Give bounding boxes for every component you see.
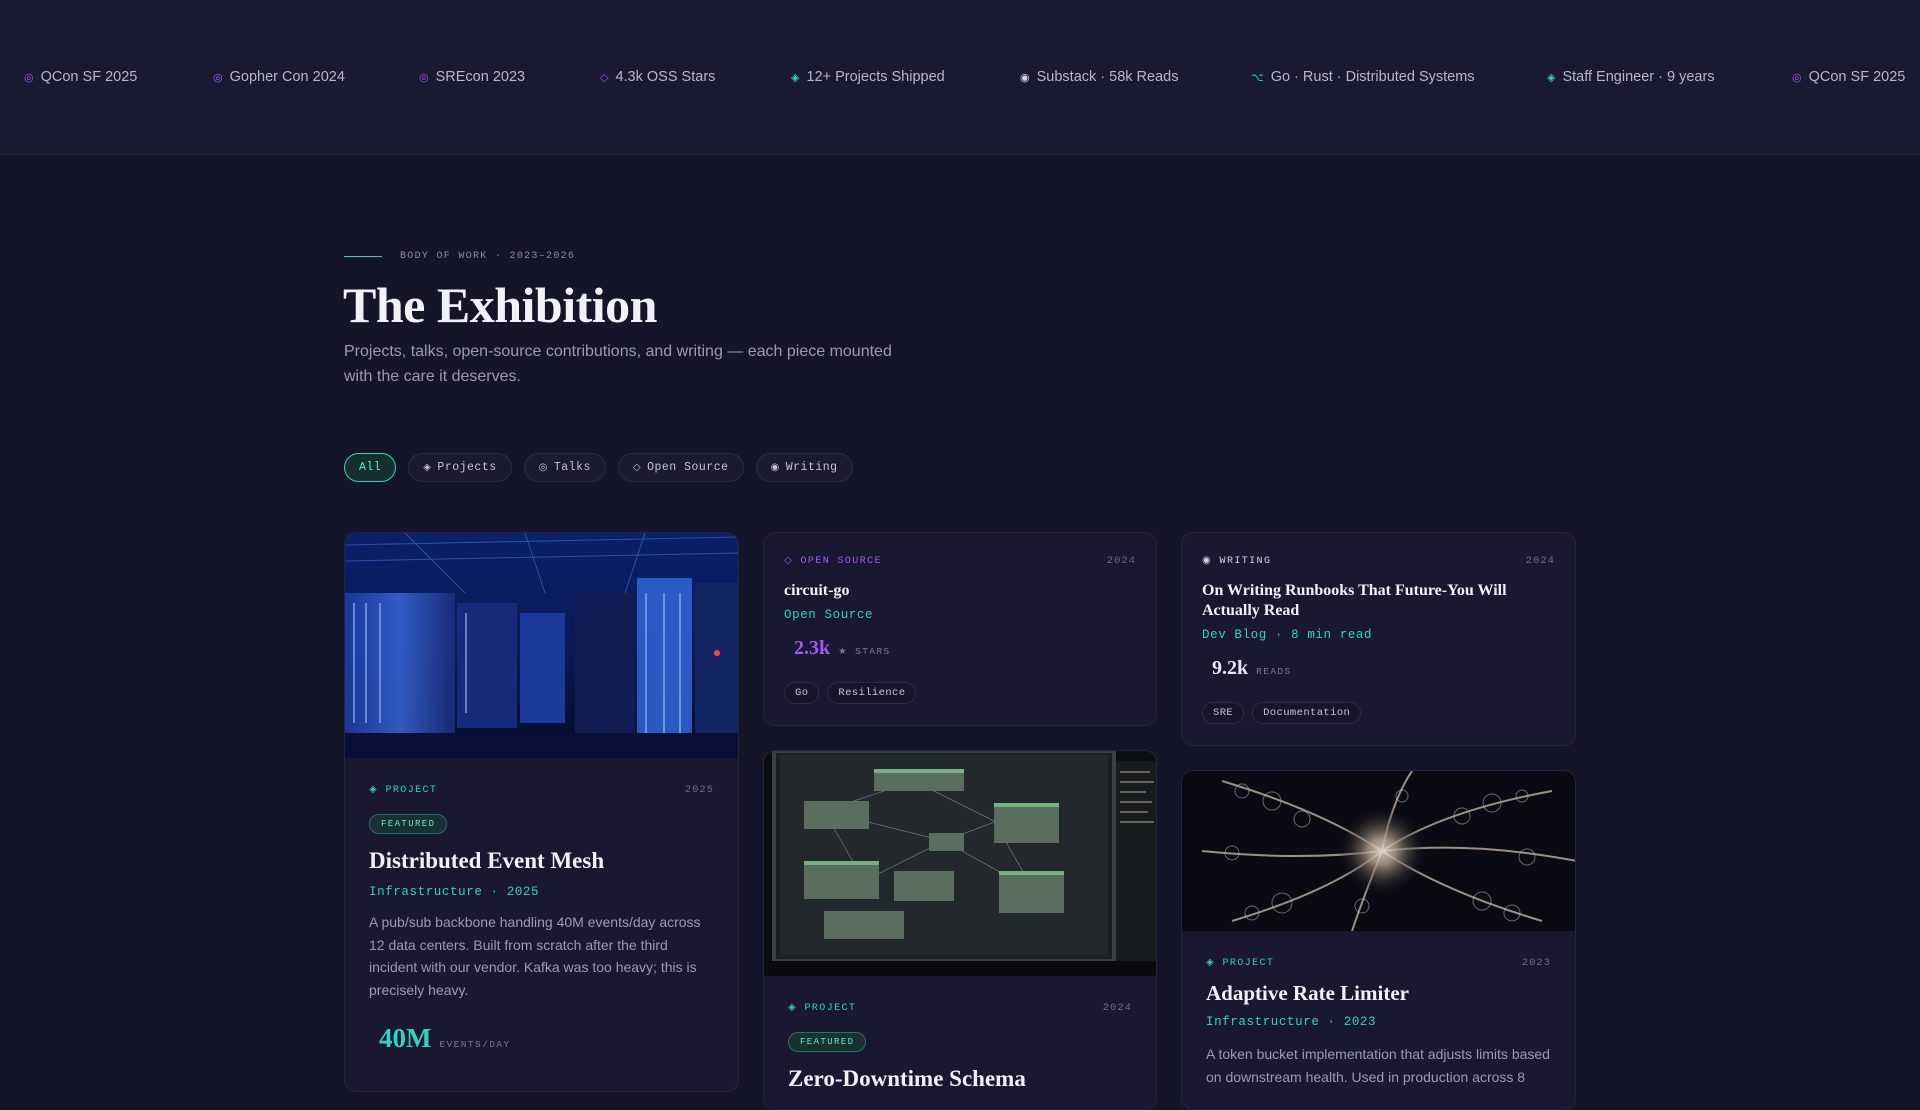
card-adaptive-rate-limiter[interactable]: ◈ PROJECT 2023 Adaptive Rate Limiter Inf… (1181, 770, 1576, 1110)
filter-writing[interactable]: ◉ Writing (755, 453, 853, 482)
card-circuit-go[interactable]: ◇ OPEN SOURCE 2024 circuit-go Open Sourc… (763, 532, 1157, 726)
target-icon: ◎ (24, 72, 34, 84)
card-year: 2025 (684, 784, 714, 796)
tag-list: SRE Documentation (1202, 702, 1362, 724)
branch-icon: ⌥ (1251, 72, 1264, 84)
filter-bar: All ◈ Projects ◎ Talks ◇ Open Source ◉ Writi… (344, 453, 853, 482)
target-icon: ◎ (213, 72, 223, 84)
page-subtitle: Projects, talks, open-source contributio… (344, 343, 892, 385)
stat-value: 2.3k (794, 637, 831, 659)
tag[interactable]: SRE (1202, 702, 1245, 724)
diamond-icon: ◈ (788, 1003, 798, 1014)
featured-badge: FEATURED (369, 814, 448, 834)
category-label: ◈ PROJECT (788, 1003, 857, 1014)
card-year: 2024 (1102, 1002, 1132, 1014)
stat-label: ★ STARS (838, 646, 891, 657)
page-title: The Exhibition (343, 277, 657, 333)
category-label: ◉ WRITING (1202, 556, 1272, 567)
tag[interactable]: Documentation (1252, 702, 1362, 724)
diamond-icon: ◈ (423, 462, 432, 474)
card-description: A token bucket implementation that adjus… (1206, 1046, 1550, 1085)
card-title: circuit-go (784, 582, 850, 599)
card-year: 2024 (1106, 555, 1136, 567)
card-stat: 9.2k READS (1212, 657, 1292, 680)
stat-value: 40M (379, 1023, 432, 1053)
diamond-icon: ◈ (791, 72, 800, 84)
card-meta: Infrastructure · 2025 (369, 885, 540, 899)
diamond-outline-icon: ◇ (632, 462, 642, 474)
card-meta: Infrastructure · 2023 (1206, 1015, 1377, 1029)
card-meta: Open Source (784, 608, 874, 622)
card-writing-runbooks[interactable]: ◉ WRITING 2024 On Writing Runbooks That … (1181, 532, 1576, 746)
ticker-item: ◈ Staff Engineer · 9 years (1547, 69, 1715, 85)
filter-open-source[interactable]: ◇ Open Source (617, 453, 744, 482)
eyebrow-text: BODY OF WORK · 2023–2026 (400, 251, 576, 262)
diamond-outline-icon: ◇ (784, 556, 794, 567)
ticker-item: ◎ SREcon 2023 (419, 69, 526, 85)
filter-projects[interactable]: ◈ Projects (408, 453, 512, 482)
card-title: On Writing Runbooks That Future-You Will… (1202, 582, 1507, 619)
stat-value: 9.2k (1212, 657, 1249, 679)
featured-badge: FEATURED (788, 1032, 867, 1052)
card-distributed-event-mesh[interactable]: ◈ PROJECT 2025 FEATURED Distributed Even… (344, 532, 739, 1092)
card-year: 2024 (1525, 555, 1555, 567)
achievements-ticker: ◎ QCon SF 2025 ◎ Gopher Con 2024 ◎ SREcon 2… (0, 0, 1920, 155)
card-title: Distributed Event Mesh (369, 848, 605, 873)
card-description: A pub/sub backbone handling 40M events/d… (369, 914, 701, 998)
eyebrow-rule (344, 256, 382, 257)
dot-icon: ◉ (770, 462, 780, 474)
section-eyebrow: BODY OF WORK · 2023–2026 (344, 251, 575, 262)
dot-icon: ◉ (1020, 72, 1030, 84)
card-year: 2023 (1521, 957, 1551, 969)
diamond-outline-icon: ◇ (600, 72, 609, 84)
filter-all[interactable]: All (344, 453, 397, 482)
ticker-item: ⌥ Go · Rust · Distributed Systems (1251, 69, 1475, 85)
ticker-item: ◇ 4.3k OSS Stars (600, 69, 716, 85)
dot-icon: ◉ (1202, 556, 1213, 567)
card-meta: Dev Blog · 8 min read (1202, 628, 1373, 642)
diamond-icon: ◈ (1547, 72, 1556, 84)
target-icon: ◎ (538, 462, 548, 474)
ticker-item: ◎ QCon SF 2025 (1792, 69, 1906, 85)
diamond-icon: ◈ (369, 785, 379, 796)
target-icon: ◎ (419, 72, 429, 84)
card-title: Zero-Downtime Schema (788, 1066, 1026, 1091)
card-zero-downtime-schema[interactable]: ◈ PROJECT 2024 FEATURED Zero-Downtime Sc… (763, 750, 1157, 1110)
particle-art-image (1182, 771, 1575, 931)
datacenter-image (345, 533, 738, 758)
target-icon: ◎ (1792, 72, 1802, 84)
stat-label: EVENTS/DAY (439, 1039, 511, 1050)
diamond-icon: ◈ (1206, 958, 1216, 969)
tag[interactable]: Resilience (827, 682, 917, 704)
filter-talks[interactable]: ◎ Talks (523, 453, 606, 482)
stat-label: READS (1256, 666, 1292, 677)
card-stat: 40M EVENTS/DAY (379, 1023, 511, 1054)
ticker-item: ◈ 12+ Projects Shipped (791, 69, 945, 85)
ticker-item: ◎ Gopher Con 2024 (213, 69, 345, 85)
tag-list: Go Resilience (784, 682, 917, 704)
ticker-item: ◉ Substack · 58k Reads (1020, 69, 1179, 85)
card-title: Adaptive Rate Limiter (1206, 981, 1409, 1005)
schema-monitor-image (764, 751, 1156, 976)
ticker-item: ◎ QCon SF 2025 (24, 69, 138, 85)
category-label: ◈ PROJECT (369, 785, 438, 796)
category-label: ◈ PROJECT (1206, 958, 1275, 969)
card-stat: 2.3k ★ STARS (794, 637, 891, 660)
category-label: ◇ OPEN SOURCE (784, 556, 882, 567)
tag[interactable]: Go (784, 682, 820, 704)
